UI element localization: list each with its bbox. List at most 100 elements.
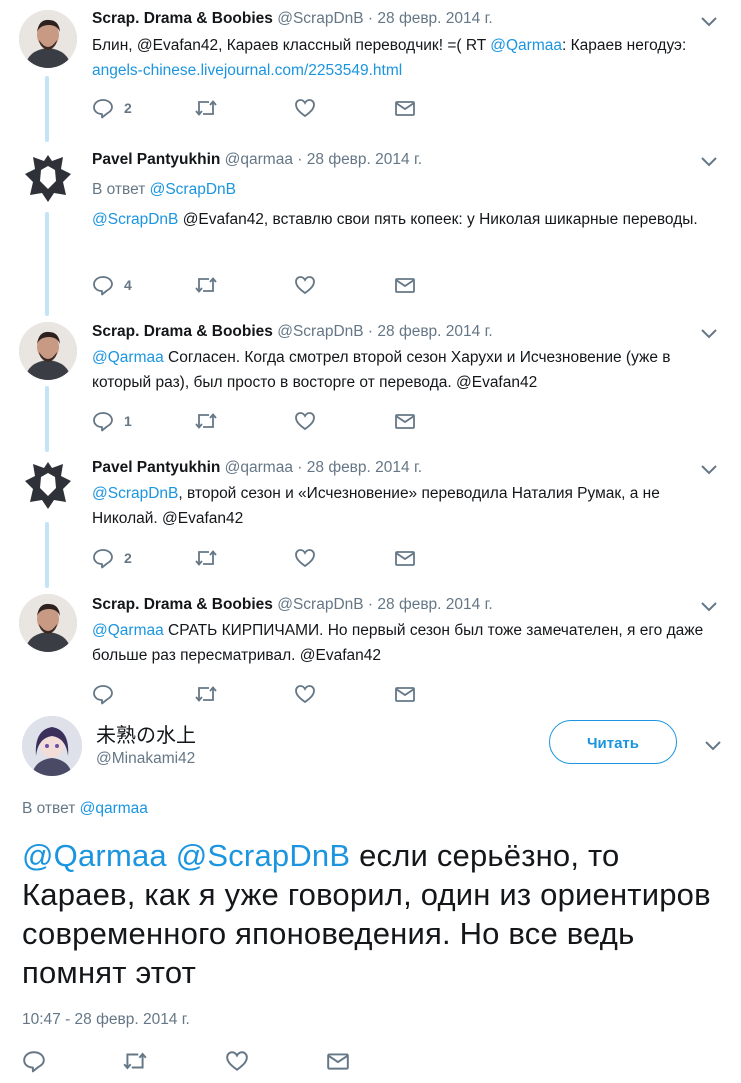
tweet-date[interactable]: 28 февр. 2014 г. [377,596,492,613]
dm-button[interactable] [394,274,416,296]
tweet-actions: 2 [92,547,432,569]
inline-link[interactable]: angels-chinese.livejournal.com/2253549.h… [92,62,402,79]
avatar[interactable] [22,716,82,776]
inline-link[interactable]: @ScrapDnB [92,211,178,228]
tweet-date[interactable]: 28 февр. 2014 г. [307,151,422,168]
envelope-icon [395,278,415,293]
tweet[interactable]: Scrap. Drama & Boobies @ScrapDnB · 28 фе… [0,0,741,130]
reply-to-link[interactable]: @ScrapDnB [150,181,236,198]
dm-button[interactable] [326,1050,350,1072]
chevron-down-icon[interactable] [704,740,722,752]
tweet-text: Блин, @Evafan42, Караев классный перевод… [92,33,722,83]
chevron-down-icon[interactable] [700,464,718,476]
avatar[interactable] [19,10,77,68]
retweet-button[interactable] [122,1050,148,1072]
tweet-text: @Qarmaa Согласен. Когда смотрел второй с… [92,345,722,395]
author-handle[interactable]: @ScrapDnB [277,323,363,340]
tweet-text: @Qarmaa СРАТЬ КИРПИЧАМИ. Но первый сезон… [92,618,722,668]
retweet-button[interactable] [194,683,218,705]
avatar[interactable] [19,456,77,514]
author-name[interactable]: Scrap. Drama & Boobies [92,10,273,27]
dm-button[interactable] [394,547,416,569]
avatar[interactable] [19,322,77,380]
tweet[interactable]: Scrap. Drama & Boobies @ScrapDnB · 28 фе… [0,588,741,708]
dm-button[interactable] [394,97,416,119]
follow-button[interactable]: Читать [549,720,677,764]
heart-icon [295,412,315,431]
reply-button[interactable] [22,1050,46,1073]
mention-link[interactable]: @ScrapDnB [176,838,351,873]
tweet[interactable]: Pavel Pantyukhin @qarmaa · 28 февр. 2014… [0,451,741,581]
retweet-button[interactable] [194,547,218,569]
tweet-actions: 2 [92,97,432,119]
author-name[interactable]: Pavel Pantyukhin [92,151,220,168]
inline-link[interactable]: @Qarmaa [490,37,562,54]
like-button[interactable] [294,274,316,296]
chevron-down-icon[interactable] [700,156,718,168]
reply-prefix: В ответ [22,800,76,817]
like-button[interactable] [294,683,316,705]
inline-link[interactable]: @Qarmaa [92,622,164,639]
author-handle[interactable]: @Minakami42 [96,750,195,768]
tweet-actions [22,1050,362,1073]
retweet-button[interactable] [194,97,218,119]
reply-button[interactable] [92,683,124,705]
like-button[interactable] [294,547,316,569]
author-handle[interactable]: @qarmaa [225,151,293,168]
retweet-icon [195,100,217,116]
tweet-text: @ScrapDnB @Evafan42, вставлю свои пять к… [92,207,722,232]
tweet-actions: 1 [92,410,432,432]
like-button[interactable] [294,410,316,432]
author-name[interactable]: Pavel Pantyukhin [92,459,220,476]
inline-link[interactable]: @Qarmaa [92,349,164,366]
like-button[interactable] [225,1050,249,1072]
author-name[interactable]: 未熟の水上 [96,719,196,748]
reply-count: 1 [124,413,132,429]
reply-icon [93,549,113,569]
author-handle[interactable]: @ScrapDnB [277,10,363,27]
mention-link[interactable]: @Qarmaa [22,838,167,873]
author-handle[interactable]: @ScrapDnB [277,596,363,613]
chevron-down-icon[interactable] [700,328,718,340]
reply-icon [23,1051,45,1073]
heart-icon [295,276,315,295]
retweet-button[interactable] [194,274,218,296]
tweet[interactable]: Scrap. Drama & Boobies @ScrapDnB · 28 фе… [0,315,741,445]
retweet-button[interactable] [194,410,218,432]
like-button[interactable] [294,97,316,119]
reply-context: В ответ @ScrapDnB [92,180,236,200]
author-name[interactable]: Scrap. Drama & Boobies [92,596,273,613]
envelope-icon [395,687,415,702]
separator-dot: · [367,10,374,27]
chevron-down-icon[interactable] [700,16,718,28]
avatar[interactable] [19,594,77,652]
reply-button[interactable]: 2 [92,547,132,569]
inline-link[interactable]: @ScrapDnB [92,485,178,502]
tweet-date[interactable]: 28 февр. 2014 г. [377,323,492,340]
reply-button[interactable]: 1 [92,410,132,432]
avatar[interactable] [19,149,77,207]
envelope-icon [395,551,415,566]
reply-icon [93,412,113,432]
reply-context: В ответ @qarmaa [22,800,148,818]
text-segment: , второй сезон и «Исчезновение» переводи… [92,485,660,527]
tweet-timestamp[interactable]: 10:47 - 28 февр. 2014 г. [22,1011,190,1029]
tweet-date[interactable]: 28 февр. 2014 г. [377,10,492,27]
chevron-down-icon[interactable] [700,601,718,613]
author-name[interactable]: Scrap. Drama & Boobies [92,323,273,340]
author-handle[interactable]: @qarmaa [225,459,293,476]
tweet-date[interactable]: 28 февр. 2014 г. [307,459,422,476]
tweet-actions [92,683,432,705]
retweet-icon [195,550,217,566]
tweet-text: @ScrapDnB, второй сезон и «Исчезновение»… [92,481,722,531]
heart-icon [295,549,315,568]
reply-button[interactable]: 2 [92,97,132,119]
retweet-icon [195,277,217,293]
reply-count: 2 [124,550,132,566]
dm-button[interactable] [394,410,416,432]
dm-button[interactable] [394,683,416,705]
reply-button[interactable]: 4 [92,274,132,296]
heart-icon [226,1051,248,1071]
tweet[interactable]: Pavel Pantyukhin @qarmaa · 28 февр. 2014… [0,145,741,305]
reply-to-link[interactable]: @qarmaa [80,800,148,817]
